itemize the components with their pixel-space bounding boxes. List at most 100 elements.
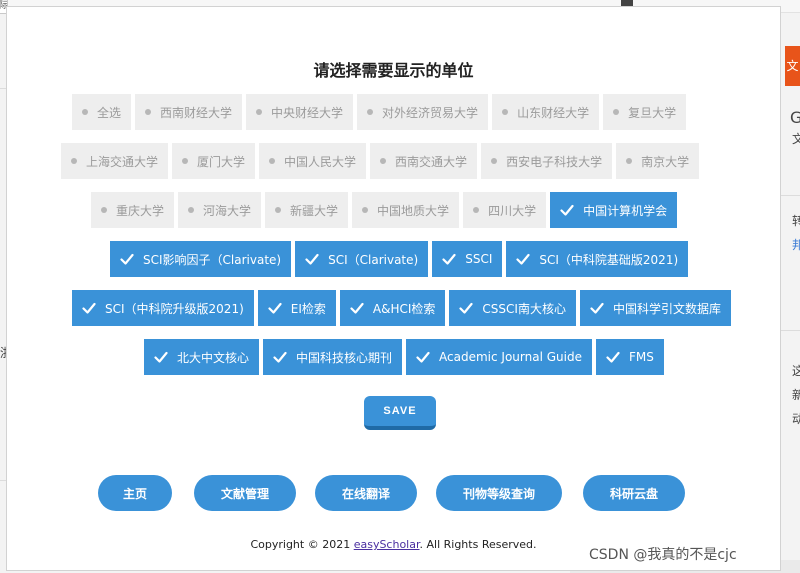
checkmark-icon (273, 351, 287, 363)
nav-button-journal-rank[interactable]: 刊物等级查询 (436, 475, 562, 511)
unit-option-label: 厦门大学 (197, 154, 246, 169)
unit-option[interactable]: 山东财经大学 (492, 94, 600, 130)
unchecked-dot-icon (71, 158, 77, 164)
unit-option-label: 复旦大学 (628, 105, 677, 120)
unit-option[interactable]: Academic Journal Guide (406, 339, 592, 375)
unit-option-label: 中国计算机学会 (583, 203, 668, 218)
unit-option-label: SCI影响因子（Clarivate) (143, 252, 282, 267)
unit-option[interactable]: EI检索 (257, 290, 336, 326)
unit-option[interactable]: 西南交通大学 (370, 143, 478, 179)
unit-option[interactable]: 全选 (72, 94, 132, 130)
unit-option-label: 中国人民大学 (284, 154, 357, 169)
unit-option[interactable]: 西安电子科技大学 (481, 143, 613, 179)
unchecked-dot-icon (473, 207, 480, 213)
unit-option-label: 新疆大学 (290, 203, 339, 218)
checkmark-icon (606, 351, 620, 363)
unchecked-dot-icon (145, 109, 152, 115)
copyright-suffix: . All Rights Reserved. (419, 538, 537, 551)
unit-option-label: SCI（Clarivate) (328, 252, 419, 267)
unit-option-label: A&HCI检索 (372, 301, 436, 316)
unit-option[interactable]: 新疆大学 (265, 192, 349, 228)
checkmark-icon (305, 253, 319, 265)
unit-option[interactable]: 北大中文核心 (144, 339, 260, 375)
unit-option-label: FMS (628, 350, 654, 364)
unit-option[interactable]: SCI影响因子（Clarivate) (110, 241, 292, 277)
unchecked-dot-icon (491, 158, 498, 164)
nav-button-cloud-drive[interactable]: 科研云盘 (583, 475, 685, 511)
unit-option-label: 西南交通大学 (395, 154, 468, 169)
unit-option-label: 中央财经大学 (271, 105, 344, 120)
nav-button-literature[interactable]: 文献管理 (194, 475, 296, 511)
unit-option-label: CSSCI南大核心 (482, 301, 566, 316)
options-row-3: 重庆大学 河海大学 新疆大学 中国地质大学 四川大学 中国计算机学会 (91, 192, 678, 228)
unit-option[interactable]: CSSCI南大核心 (449, 290, 576, 326)
background-text: 文 (792, 132, 800, 146)
unit-option[interactable]: SCI（中科院基础版2021) (506, 241, 689, 277)
nav-button-home[interactable]: 主页 (98, 475, 172, 511)
unchecked-dot-icon (188, 207, 195, 213)
csdn-watermark: CSDN @我真的不是cjc (589, 547, 737, 563)
unit-option-label: 河海大学 (203, 203, 252, 218)
options-row-6: 北大中文核心 中国科技核心期刊 Academic Journal Guide FMS (144, 339, 664, 375)
unit-option[interactable]: 中国科学引文数据库 (579, 290, 731, 326)
unit-option[interactable]: FMS (595, 339, 664, 375)
checkmark-icon (459, 302, 474, 314)
options-row-1: 全选 西南财经大学 中央财经大学 对外经济贸易大学 山东财经大学 复旦大学 (72, 94, 687, 130)
unit-option-label: 南京大学 (641, 154, 690, 169)
unchecked-dot-icon (82, 109, 88, 115)
unit-option-label: 全选 (97, 105, 122, 120)
save-button[interactable]: SAVE (364, 396, 436, 430)
unit-option-label: SSCI (465, 252, 493, 266)
unchecked-dot-icon (362, 207, 369, 213)
unit-option-label: 西安电子科技大学 (506, 154, 603, 169)
unit-option[interactable]: 中国人民大学 (259, 143, 367, 179)
unit-option[interactable]: 中国地质大学 (352, 192, 460, 228)
unit-option[interactable]: A&HCI检索 (339, 290, 446, 326)
background-orange-tab[interactable]: 文 (785, 46, 800, 86)
checkmark-icon (516, 253, 530, 265)
easyscholar-link[interactable]: easyScholar (354, 538, 420, 551)
background-text: 转 (792, 214, 800, 228)
unchecked-dot-icon (367, 109, 374, 115)
unit-option-label: 对外经济贸易大学 (382, 105, 479, 120)
checkmark-icon (590, 302, 604, 314)
unit-option[interactable]: 南京大学 (616, 143, 700, 179)
unit-option[interactable]: 中国科技核心期刊 (263, 339, 403, 375)
unit-option-label: 四川大学 (488, 203, 537, 218)
background-divider (780, 330, 800, 331)
unchecked-dot-icon (613, 109, 620, 115)
options-row-5: SCI（中科院升级版2021) EI检索 A&HCI检索 CSSCI南大核心 中国科学引… (72, 290, 731, 326)
unit-option[interactable]: 四川大学 (463, 192, 547, 228)
unit-option-label: 北大中文核心 (177, 350, 250, 365)
unit-option[interactable]: SSCI (432, 241, 503, 277)
unit-option[interactable]: 复旦大学 (603, 94, 687, 130)
copyright-prefix: Copyright © 2021 (250, 538, 354, 551)
options-row-4: SCI影响因子（Clarivate) SCI（Clarivate) SSCI SCI（… (110, 241, 689, 277)
checkmark-icon (154, 351, 168, 363)
unit-selection-dialog: 请选择需要显示的单位 全选 西南财经大学 中央财经大学 对外经济贸易大学 山东财经大学 复… (6, 6, 781, 571)
unit-option[interactable]: 对外经济贸易大学 (357, 94, 489, 130)
checkmark-icon (268, 302, 282, 314)
unit-option-label: 上海交通大学 (86, 154, 159, 169)
unit-option-label: EI检索 (290, 301, 326, 316)
unit-option-label: SCI（中科院基础版2021) (539, 252, 679, 267)
unit-option[interactable]: SCI（Clarivate) (295, 241, 429, 277)
unchecked-dot-icon (626, 158, 633, 164)
unit-option-label: Academic Journal Guide (439, 350, 582, 364)
unit-option[interactable]: SCI（中科院升级版2021) (72, 290, 254, 326)
unit-option[interactable]: 河海大学 (178, 192, 262, 228)
unit-option[interactable]: 中国计算机学会 (550, 192, 678, 228)
unit-option-label: 中国地质大学 (377, 203, 450, 218)
unit-option[interactable]: 重庆大学 (91, 192, 175, 228)
unit-option[interactable]: 中央财经大学 (246, 94, 354, 130)
unit-option[interactable]: 上海交通大学 (61, 143, 169, 179)
background-link[interactable]: 邦 (792, 236, 800, 253)
unit-option[interactable]: 西南财经大学 (135, 94, 243, 130)
unchecked-dot-icon (502, 109, 509, 115)
options-row-2: 上海交通大学 厦门大学 中国人民大学 西南交通大学 西安电子科技大学 南京大学 (61, 143, 700, 179)
unit-option[interactable]: 厦门大学 (172, 143, 256, 179)
background-text: 动 (792, 412, 800, 426)
background-text: 新 (792, 388, 800, 402)
unit-option-label: 西南财经大学 (160, 105, 233, 120)
nav-button-translate[interactable]: 在线翻译 (315, 475, 417, 511)
